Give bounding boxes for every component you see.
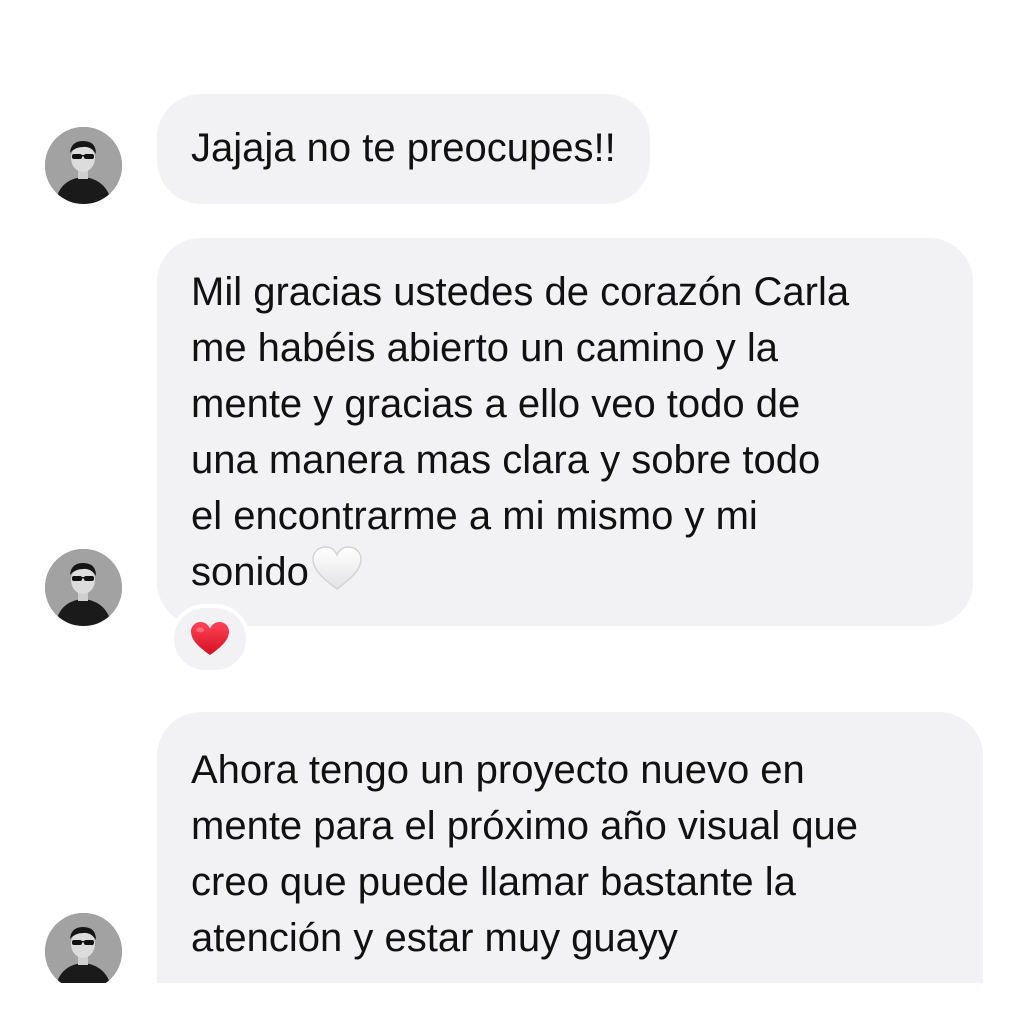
viewport-bottom-edge (0, 983, 1024, 1024)
message-text: el encontrarme a mi mismo y mi (191, 494, 758, 538)
message-bubble[interactable]: Ahora tengo un proyecto nuevo en mente p… (157, 712, 983, 1024)
message-thread: Jajaja no te preocupes!! Mil gracias ust… (0, 0, 1024, 1024)
sender-avatar[interactable] (45, 913, 122, 990)
message-bubble[interactable]: Jajaja no te preocupes!! (157, 94, 650, 204)
message-text: sonido (191, 550, 309, 594)
profile-photo-icon (45, 127, 122, 204)
message-text: mente y gracias a ello veo todo de (191, 382, 801, 426)
message-text: me habéis abierto un camino y la (191, 326, 778, 370)
message-text: una manera mas clara y sobre todo (191, 438, 821, 482)
message-reaction[interactable] (170, 604, 250, 674)
message-text-last-line: sonido (191, 544, 939, 600)
profile-photo-icon (45, 549, 122, 626)
message-text: Ahora tengo un proyecto nuevo en (191, 748, 805, 792)
message-text: Mil gracias ustedes de corazón Carla (191, 270, 850, 314)
white-heart-icon (312, 546, 362, 590)
message-text: creo que puede llamar bastante la (191, 860, 796, 904)
sender-avatar[interactable] (45, 127, 122, 204)
sender-avatar[interactable] (45, 549, 122, 626)
profile-photo-icon (45, 913, 122, 990)
message-text: atención y estar muy guayy (191, 916, 678, 960)
red-heart-icon (191, 622, 229, 655)
message-bubble[interactable]: Mil gracias ustedes de corazón Carla me … (157, 238, 973, 626)
message-text: Jajaja no te preocupes!! (191, 126, 616, 170)
message-text: mente para el próximo año visual que (191, 804, 859, 848)
